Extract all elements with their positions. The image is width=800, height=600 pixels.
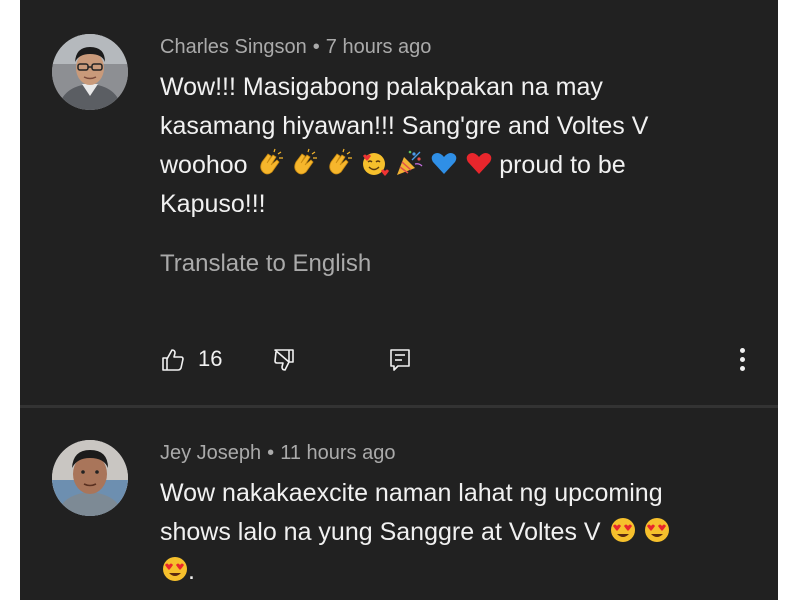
comment-line: woohoo proud to be bbox=[160, 146, 720, 185]
comment-text: Wow nakakaexcite naman lahat ng upcoming… bbox=[160, 474, 720, 591]
translate-link[interactable]: Translate to English bbox=[160, 250, 371, 278]
heart-eyes-icon bbox=[608, 515, 638, 545]
dislike-button[interactable] bbox=[272, 343, 302, 377]
comment-word: . bbox=[188, 557, 195, 585]
reply-button[interactable] bbox=[387, 343, 417, 377]
comment-item: Charles Singson • 7 hours ago Wow!!! Masig… bbox=[20, 0, 778, 405]
avatar[interactable] bbox=[52, 440, 128, 516]
comments-panel: Charles Singson • 7 hours ago Wow!!! Masig… bbox=[20, 0, 778, 600]
heart-eyes-icon bbox=[642, 515, 672, 545]
author-name[interactable]: Charles Singson bbox=[160, 36, 307, 58]
avatar[interactable] bbox=[52, 34, 128, 110]
comment-line: Wow nakakaexcite naman lahat ng upcoming bbox=[160, 479, 663, 507]
comment-line: kasamang hiyawan!!! Sang'gre and Voltes … bbox=[160, 112, 649, 140]
blue-heart-icon bbox=[429, 148, 459, 178]
author-name[interactable]: Jey Joseph bbox=[160, 442, 261, 464]
avatar-image bbox=[52, 440, 128, 516]
reply-icon bbox=[390, 349, 410, 371]
comment-header: Jey Joseph • 11 hours ago bbox=[160, 442, 395, 465]
timestamp[interactable]: 11 hours ago bbox=[280, 442, 395, 464]
more-dot bbox=[740, 366, 745, 371]
meta-separator: • bbox=[267, 442, 275, 464]
comment-word: woohoo bbox=[160, 151, 248, 179]
thumbs-down-icon bbox=[274, 349, 294, 371]
thumbs-up-icon bbox=[162, 349, 184, 371]
comment-line: Wow!!! Masigabong palakpakan na may bbox=[160, 73, 603, 101]
clapping-hands-icon bbox=[289, 148, 319, 178]
heart-eyes-icon bbox=[160, 554, 190, 584]
clapping-hands-icon bbox=[255, 148, 285, 178]
timestamp[interactable]: 7 hours ago bbox=[326, 36, 432, 58]
comment-word: proud to be bbox=[499, 151, 626, 179]
clapping-hands-icon bbox=[324, 148, 354, 178]
comment-line: Kapuso!!! bbox=[160, 190, 266, 218]
smiling-face-with-hearts-icon bbox=[359, 148, 390, 178]
more-dot bbox=[740, 357, 745, 362]
comment-item: Jey Joseph • 11 hours ago Wow nakakaexcite… bbox=[20, 408, 778, 600]
comment-line: . bbox=[160, 552, 720, 591]
like-count: 16 bbox=[198, 346, 223, 371]
red-heart-icon bbox=[464, 148, 494, 178]
comment-text: Wow!!! Masigabong palakpakan na may kasa… bbox=[160, 68, 720, 224]
avatar-image bbox=[52, 34, 128, 110]
like-button[interactable]: 16 bbox=[160, 343, 230, 377]
comment-line: shows lalo na yung Sanggre at Voltes V bbox=[160, 513, 720, 552]
party-popper-icon bbox=[394, 148, 424, 178]
meta-separator: • bbox=[312, 36, 320, 58]
more-dot bbox=[740, 348, 745, 353]
more-options-icon[interactable] bbox=[732, 343, 752, 377]
comment-word: shows lalo na yung Sanggre at Voltes V bbox=[160, 518, 601, 546]
comment-actions: 16 bbox=[160, 343, 760, 377]
comment-header: Charles Singson • 7 hours ago bbox=[160, 36, 431, 59]
